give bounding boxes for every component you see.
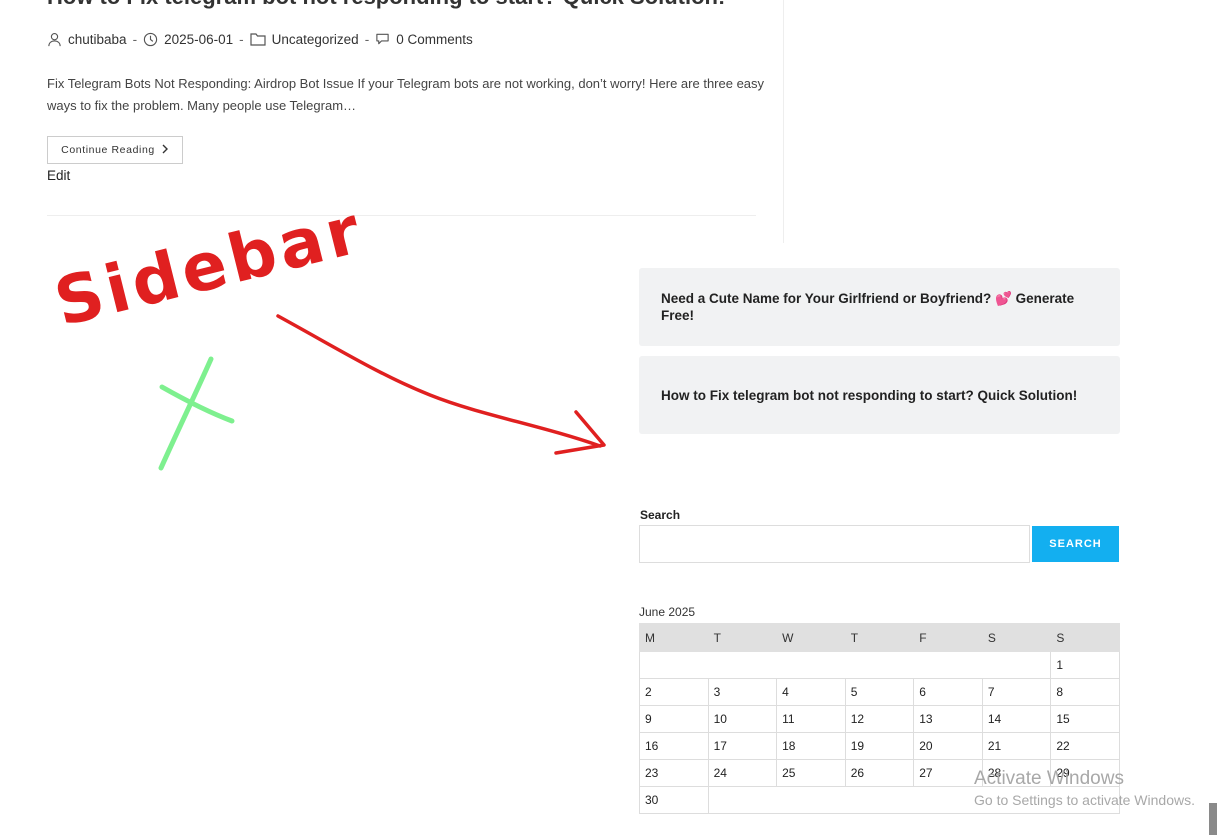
calendar-day: 2 (639, 678, 709, 706)
calendar-day: 11 (776, 705, 846, 733)
continue-reading-button[interactable]: Continue Reading (47, 136, 183, 164)
calendar-week-row: 2 3 4 5 6 7 8 (639, 678, 1120, 706)
calendar-day: 12 (844, 705, 915, 733)
calendar-day: 27 (913, 759, 983, 787)
calendar-day: 7 (981, 678, 1052, 706)
recent-post-title[interactable]: How to Fix telegram bot not responding t… (661, 387, 1077, 404)
arrow-head-icon (554, 410, 606, 455)
clock-icon (143, 32, 158, 47)
calendar-day: 21 (981, 732, 1052, 760)
weekday-header: S (1050, 623, 1120, 652)
column-divider (783, 0, 784, 243)
calendar-day: 20 (913, 732, 983, 760)
calendar-day: 23 (639, 759, 709, 787)
search-label: Search (640, 508, 681, 522)
calendar-week-row: 23 24 25 26 27 28 29 (639, 759, 1120, 787)
calendar-day: 22 (1050, 732, 1120, 760)
calendar-day: 10 (707, 705, 778, 733)
calendar-day: 26 (844, 759, 915, 787)
calendar-day: 29 (1050, 759, 1120, 787)
calendar-weekday-row: M T W T F S S (639, 623, 1120, 652)
calendar-day: 9 (639, 705, 709, 733)
edit-link[interactable]: Edit (47, 168, 70, 183)
cross-mark-icon (158, 356, 214, 471)
calendar-table: M T W T F S S 1 2 3 4 5 6 7 8 9 10 11 12… (638, 623, 1121, 814)
calendar-day: 13 (913, 705, 983, 733)
user-icon (47, 32, 62, 47)
calendar-day: 15 (1050, 705, 1120, 733)
search-button[interactable]: SEARCH (1032, 526, 1119, 562)
calendar-week-row: 16 17 18 19 20 21 22 (639, 732, 1120, 760)
post-title[interactable]: How to Fix telegram bot not responding t… (47, 0, 767, 10)
calendar-day: 28 (981, 759, 1052, 787)
calendar-day: 16 (639, 732, 709, 760)
calendar-day: 18 (776, 732, 846, 760)
continue-reading-label: Continue Reading (61, 144, 155, 156)
comments-link[interactable]: 0 Comments (396, 32, 473, 47)
meta-separator: - (239, 31, 244, 47)
calendar-day: 14 (981, 705, 1052, 733)
weekday-header: M (639, 623, 709, 652)
calendar-pad (707, 786, 1121, 814)
calendar-day: 24 (707, 759, 778, 787)
recent-post-card[interactable]: How to Fix telegram bot not responding t… (639, 356, 1120, 434)
post-date: 2025-06-01 (164, 31, 234, 47)
scrollbar-thumb[interactable] (1209, 803, 1217, 835)
calendar-day: 3 (707, 678, 778, 706)
calendar-day: 8 (1050, 678, 1120, 706)
search-input[interactable] (639, 525, 1030, 563)
calendar-week-row: 30 (639, 786, 1121, 814)
cross-mark-icon (159, 384, 235, 424)
folder-icon (250, 32, 266, 46)
calendar-day: 30 (639, 786, 709, 814)
calendar-week-row: 9 10 11 12 13 14 15 (639, 705, 1120, 733)
calendar-day: 25 (776, 759, 846, 787)
recent-post-card[interactable]: Need a Cute Name for Your Girlfriend or … (639, 268, 1120, 346)
calendar-week-row: 1 (638, 651, 1120, 679)
post-divider (47, 215, 756, 216)
post-excerpt: Fix Telegram Bots Not Responding: Airdro… (47, 76, 765, 113)
calendar-day: 5 (844, 678, 915, 706)
chevron-right-icon (161, 144, 169, 157)
calendar-day: 6 (913, 678, 983, 706)
calendar-pad (638, 651, 1052, 679)
category-meta: Uncategorized (250, 32, 359, 47)
weekday-header: W (776, 623, 846, 652)
author-link[interactable]: chutibaba (68, 32, 127, 47)
author-meta: chutibaba (47, 32, 127, 47)
arrow-line (276, 314, 602, 448)
calendar-caption: June 2025 (639, 605, 696, 619)
calendar-day: 1 (1050, 651, 1120, 679)
meta-separator: - (364, 31, 370, 47)
calendar-day: 17 (707, 732, 778, 760)
comments-meta: 0 Comments (375, 32, 473, 47)
recent-post-title[interactable]: Need a Cute Name for Your Girlfriend or … (661, 290, 1100, 324)
comment-icon (375, 32, 390, 46)
calendar-day: 19 (844, 732, 915, 760)
calendar-day: 4 (776, 678, 846, 706)
weekday-header: S (981, 623, 1052, 652)
weekday-header: F (913, 623, 983, 652)
date-meta: 2025-06-01 (143, 32, 233, 47)
post-meta: chutibaba - 2025-06-01 - Uncategorized -… (47, 29, 473, 49)
weekday-header: T (707, 623, 778, 652)
meta-separator: - (132, 31, 138, 47)
weekday-header: T (844, 623, 915, 652)
sidebar-handwritten-label: Sidebar (47, 191, 371, 342)
category-link[interactable]: Uncategorized (272, 32, 359, 47)
